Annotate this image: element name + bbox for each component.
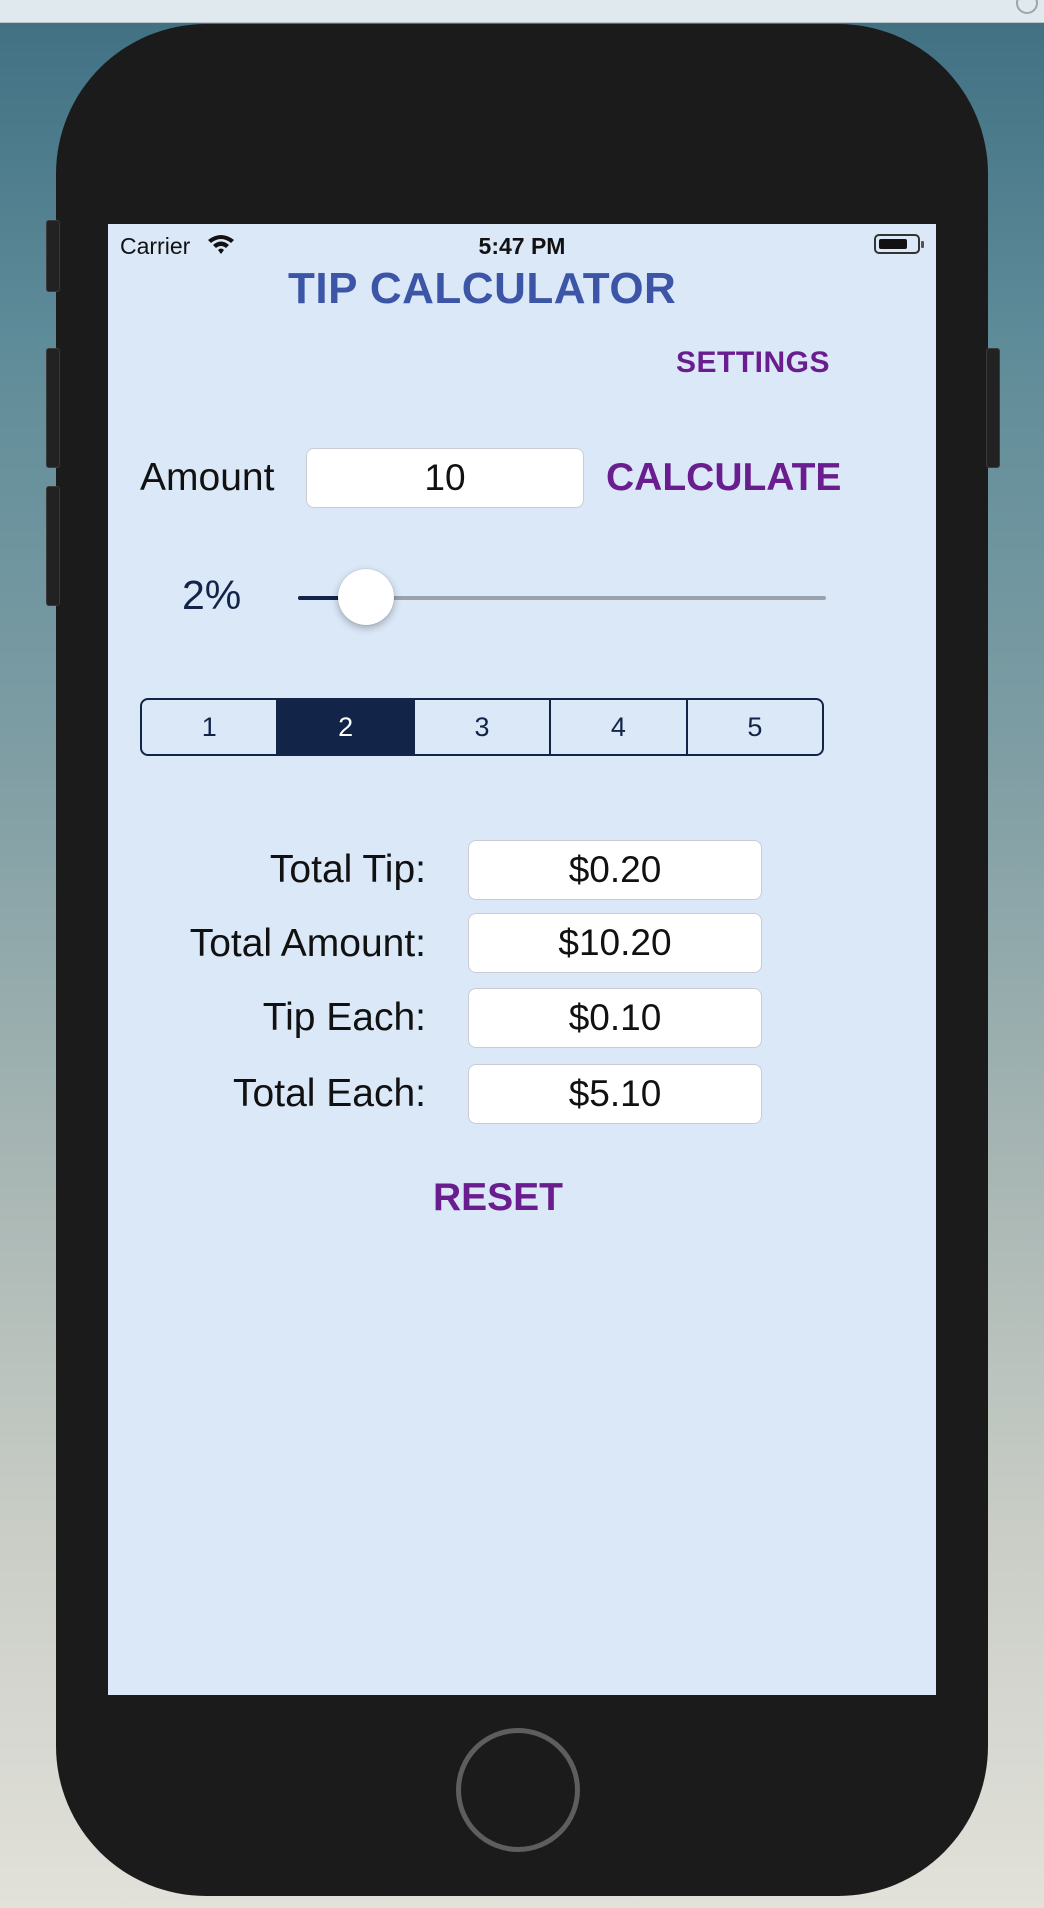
mute-switch [46,220,60,292]
tip-each-label: Tip Each: [262,996,426,1039]
amount-input[interactable] [306,448,584,508]
split-option-3[interactable]: 3 [415,700,552,754]
total-amount-field: $10.20 [468,913,762,973]
total-each-field: $5.10 [468,1064,762,1124]
battery-icon [874,234,924,254]
host-window-strip [0,0,1044,23]
volume-down-button [46,486,60,606]
total-amount-label: Total Amount: [189,922,426,965]
calculate-button[interactable]: CALCULATE [606,456,841,500]
home-button[interactable] [456,1728,580,1852]
split-option-2[interactable]: 2 [278,700,415,754]
tip-each-field: $0.10 [468,988,762,1048]
power-button [986,348,1000,468]
total-tip-label: Total Tip: [269,848,426,891]
split-option-4[interactable]: 4 [551,700,688,754]
total-each-label: Total Each: [233,1072,426,1115]
volume-up-button [46,348,60,468]
tip-slider-thumb[interactable] [338,569,394,625]
amount-label: Amount [140,456,275,499]
app-title: TIP CALCULATOR [288,264,677,313]
split-option-1[interactable]: 1 [142,700,279,754]
status-bar: Carrier 5:47 PM [108,224,936,264]
split-option-5[interactable]: 5 [688,700,822,754]
reset-button[interactable]: RESET [108,1176,888,1220]
settings-button[interactable]: SETTINGS [676,346,830,380]
window-corner-icon [1016,0,1038,14]
app-screen: Carrier 5:47 PM TIP CALCULATOR SETTINGS … [108,224,936,1695]
tip-percent-label: 2% [182,572,242,618]
split-count-selector: 1 2 3 4 5 [140,698,824,756]
status-time: 5:47 PM [478,233,566,259]
total-tip-field: $0.20 [468,840,762,900]
